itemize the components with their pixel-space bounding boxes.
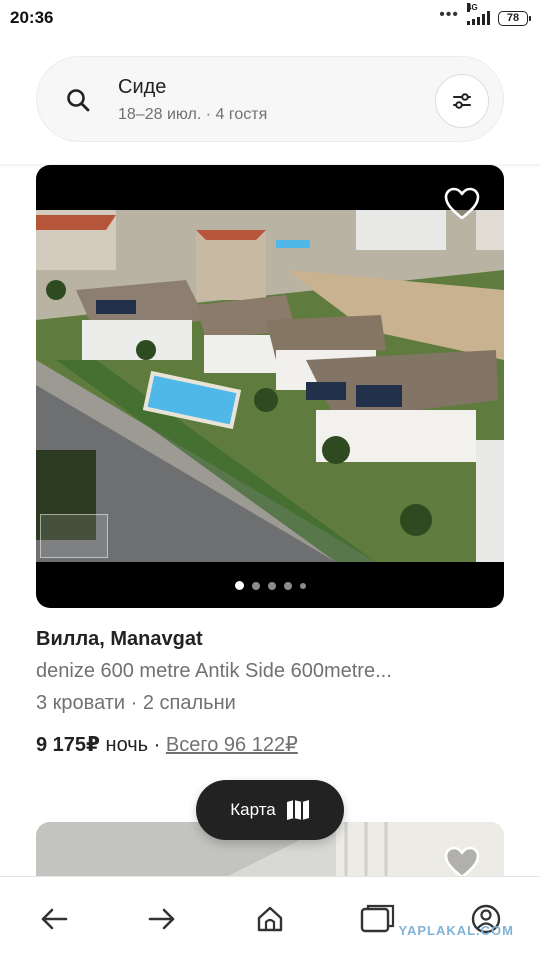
filter-button[interactable]: [435, 74, 489, 128]
home-icon: [257, 906, 283, 931]
back-arrow-icon: [41, 908, 68, 929]
forward-arrow-icon: [148, 908, 175, 929]
search-location: Сиде: [118, 76, 167, 98]
favorite-heart-icon[interactable]: [444, 846, 480, 880]
tabs-button[interactable]: [351, 892, 405, 946]
carousel-dot: [251, 581, 260, 590]
carousel-dot: [267, 581, 276, 590]
favorite-heart-icon[interactable]: [444, 187, 480, 221]
listing-title[interactable]: Вилла, Manavgat: [36, 628, 203, 651]
status-icons: ••• 4G 78: [439, 3, 531, 26]
search-header: Сиде 18–28 июл. · 4 гостя: [0, 36, 540, 164]
price-total-link[interactable]: Всего 96 122₽: [166, 734, 298, 756]
search-icon: [67, 89, 90, 112]
network-type: 4G: [467, 3, 478, 12]
bottom-nav: [0, 876, 540, 960]
forward-button[interactable]: [135, 892, 189, 946]
search-bar[interactable]: Сиде 18–28 июл. · 4 гостя: [36, 56, 504, 142]
filter-icon: [453, 93, 471, 109]
carousel-dots: [36, 581, 504, 590]
status-bar: 20:36 ••• 4G 78: [0, 0, 540, 36]
listing-photo[interactable]: [36, 165, 504, 608]
home-button[interactable]: [243, 892, 297, 946]
villa-aerial-photo: [36, 210, 504, 562]
photo-watermark-logo: [40, 514, 108, 558]
listing-price-row: 9 175₽ ночь · Всего 96 122₽: [36, 732, 298, 757]
battery-icon: 78: [498, 10, 531, 26]
site-watermark: YAPLAKAL.COM: [398, 923, 514, 938]
back-button[interactable]: [27, 892, 81, 946]
price-separator: ·: [153, 734, 161, 756]
map-icon: [286, 800, 309, 820]
price-per-night: 9 175₽: [36, 734, 100, 756]
map-button[interactable]: Карта: [196, 780, 344, 840]
listing-beds: 3 кровати · 2 спальни: [36, 692, 236, 714]
carousel-dot: [234, 581, 244, 590]
status-time: 20:36: [10, 8, 54, 27]
tabs-icon: [360, 904, 395, 932]
carousel-dot: [283, 581, 292, 590]
price-unit: ночь: [105, 734, 149, 756]
more-dots-icon: •••: [439, 6, 459, 23]
battery-level: 78: [506, 12, 520, 24]
carousel-dot: [299, 582, 306, 589]
map-button-label: Карта: [230, 800, 276, 819]
signal-icon: 4G: [467, 3, 490, 25]
listing-description: denize 600 metre Antik Side 600metre...: [36, 660, 392, 682]
search-details: 18–28 июл. · 4 гостя: [118, 106, 268, 123]
